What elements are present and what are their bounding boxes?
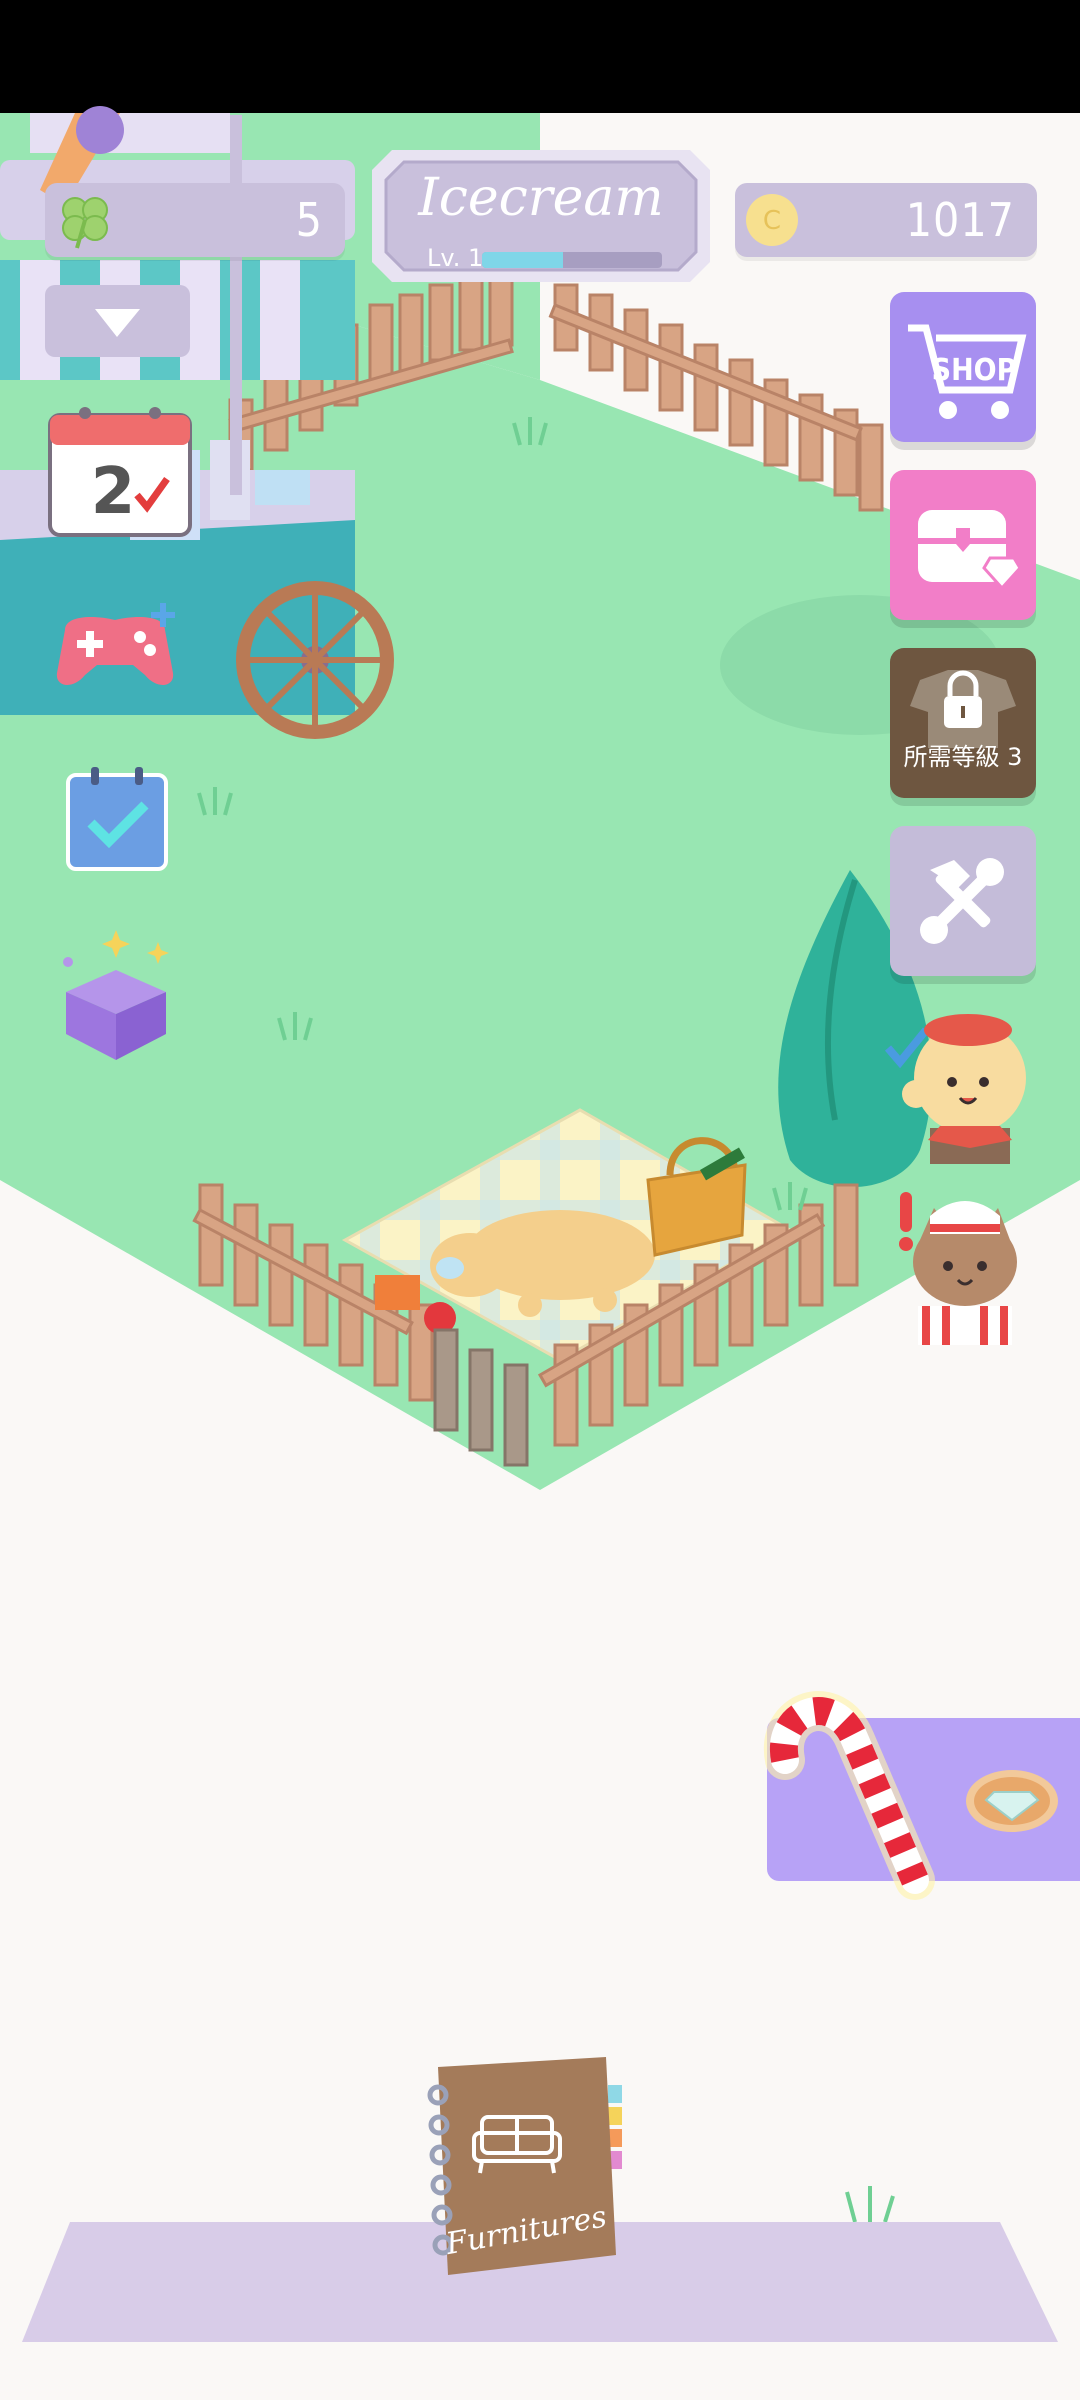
- required-level-label: 所需等級 3: [903, 743, 1023, 771]
- level-label: Lv. 1: [427, 244, 484, 272]
- calendar-button[interactable]: 2: [45, 395, 195, 545]
- dropdown-button[interactable]: [45, 285, 190, 357]
- gamepad-icon: [56, 603, 175, 685]
- calendar-day: 2: [91, 455, 136, 529]
- clover-counter: 5: [45, 183, 345, 257]
- shop-name: Icecream: [418, 168, 664, 228]
- cat-customer[interactable]: [890, 1180, 1040, 1346]
- diamond-icon: [966, 1770, 1058, 1832]
- shopping-cart-icon: SHOP: [908, 324, 1027, 419]
- checklist-icon: [66, 767, 168, 871]
- treasure-chest-icon: [918, 510, 1022, 591]
- alert-icon: [900, 1192, 912, 1232]
- tasks-button[interactable]: [63, 765, 173, 875]
- book-item: [375, 1275, 420, 1310]
- gift-button[interactable]: [48, 922, 183, 1062]
- dropdown-arrow-icon: [95, 309, 140, 337]
- gift-box-icon: [63, 930, 169, 1060]
- calendar-icon: 2: [48, 407, 192, 537]
- shop-button[interactable]: SHOP: [890, 292, 1036, 442]
- coin-count: 1017: [905, 193, 1015, 247]
- minigame-button[interactable]: [45, 595, 185, 695]
- tools-button[interactable]: [890, 826, 1036, 976]
- coin-symbol: C: [763, 206, 781, 236]
- treasure-button[interactable]: [890, 470, 1036, 620]
- clover-icon: [62, 197, 108, 249]
- level-progress-bar: [482, 252, 662, 268]
- clover-count: 5: [295, 193, 323, 247]
- level-progress-fill: [482, 252, 563, 268]
- shop-title-plate[interactable]: Icecream Lv. 1: [372, 150, 710, 282]
- shop-label: SHOP: [932, 353, 1017, 388]
- tools-icon: [920, 858, 1004, 944]
- furnitures-notebook-button[interactable]: Furnitures: [420, 2055, 625, 2280]
- locked-feature-button[interactable]: 所需等級 3: [890, 648, 1036, 798]
- coin-icon: C: [746, 194, 798, 246]
- candy-cane-icon[interactable]: [745, 1680, 935, 1900]
- poodle-customer[interactable]: [880, 998, 1042, 1168]
- coin-counter: C 1017: [735, 183, 1037, 257]
